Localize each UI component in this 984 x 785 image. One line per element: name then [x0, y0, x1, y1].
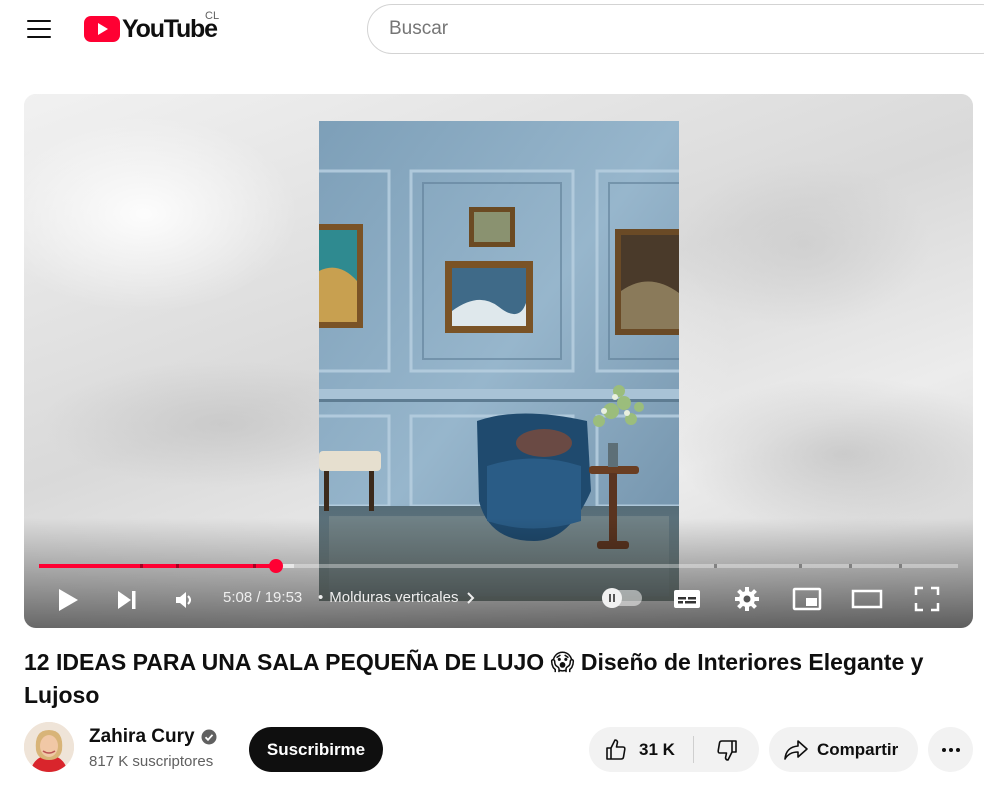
- avatar[interactable]: [24, 722, 74, 772]
- duration: 19:53: [264, 589, 303, 606]
- dislike-button[interactable]: [694, 727, 759, 772]
- player-controls: 5:08 / 19:53 • Molduras verticales: [24, 578, 973, 620]
- thumbs-up-icon: [606, 738, 626, 760]
- chapter-gap: [799, 564, 802, 568]
- subscribe-button[interactable]: Suscribirme: [249, 727, 383, 772]
- thumbs-down-icon: [716, 739, 737, 761]
- autoplay-knob: [602, 588, 622, 608]
- settings-button[interactable]: [732, 584, 762, 614]
- progress-bar[interactable]: [39, 559, 958, 573]
- chevron-right-icon: [467, 591, 475, 604]
- menu-line: [27, 28, 51, 30]
- country-code: CL: [205, 10, 220, 22]
- volume-button[interactable]: [170, 586, 198, 614]
- like-button[interactable]: 31 K: [589, 727, 693, 772]
- time-display: 5:08 / 19:53: [223, 589, 302, 606]
- play-icon: [59, 589, 78, 611]
- fullscreen-icon: [914, 586, 940, 612]
- search-input[interactable]: [389, 18, 949, 40]
- chapter-gap: [899, 564, 902, 568]
- share-arrow-icon: [784, 739, 808, 760]
- theater-mode-icon: [851, 589, 883, 609]
- like-dislike-group: 31 K: [589, 727, 759, 772]
- chapter-title: Molduras verticales: [329, 589, 459, 606]
- chapter-gap: [140, 564, 143, 568]
- menu-icon[interactable]: [27, 19, 51, 39]
- play-button[interactable]: [54, 586, 82, 614]
- share-label: Compartir: [817, 739, 899, 759]
- menu-line: [27, 36, 51, 38]
- next-icon: [118, 591, 136, 609]
- subtitles-button[interactable]: [670, 584, 704, 614]
- progress-played: [39, 564, 277, 568]
- chapter-dot: •: [318, 589, 324, 606]
- chapter-gap: [714, 564, 717, 568]
- verified-badge-icon: [201, 729, 217, 745]
- autoplay-toggle[interactable]: [602, 588, 642, 608]
- next-button[interactable]: [113, 586, 141, 614]
- subtitles-icon: [674, 590, 700, 608]
- miniplayer-button[interactable]: [790, 584, 824, 614]
- channel-name-text: Zahira Cury: [89, 726, 195, 747]
- more-dots-icon: [941, 747, 960, 752]
- search-box[interactable]: [367, 4, 984, 54]
- video-player[interactable]: 5:08 / 19:53 • Molduras verticales: [24, 94, 973, 628]
- theater-mode-button[interactable]: [850, 584, 884, 614]
- fullscreen-button[interactable]: [911, 584, 943, 614]
- chapter-gap: [176, 564, 179, 568]
- like-count: 31 K: [639, 739, 675, 759]
- chapter-gap: [253, 564, 256, 568]
- subscriber-count: 817 K suscriptores: [89, 753, 214, 770]
- chapter-button[interactable]: • Molduras verticales: [318, 589, 478, 606]
- time-separator: /: [256, 589, 261, 606]
- logo-text: YouTube: [122, 14, 218, 43]
- miniplayer-icon: [792, 587, 822, 611]
- menu-line: [27, 20, 51, 22]
- more-actions-button[interactable]: [928, 727, 973, 772]
- video-title: 12 IDEAS PARA UNA SALA PEQUEÑA DE LUJO 😱…: [24, 649, 924, 708]
- current-time: 5:08: [223, 589, 253, 606]
- youtube-logo[interactable]: YouTube: [84, 14, 218, 44]
- settings-gear-icon: [735, 587, 759, 611]
- chapter-gap: [849, 564, 852, 568]
- avatar-image: [24, 722, 74, 772]
- share-button[interactable]: Compartir: [769, 727, 918, 772]
- channel-name[interactable]: Zahira Cury: [89, 726, 217, 748]
- youtube-logo-icon: [84, 16, 120, 42]
- volume-icon: [176, 592, 191, 608]
- progress-scrubber[interactable]: [269, 559, 284, 573]
